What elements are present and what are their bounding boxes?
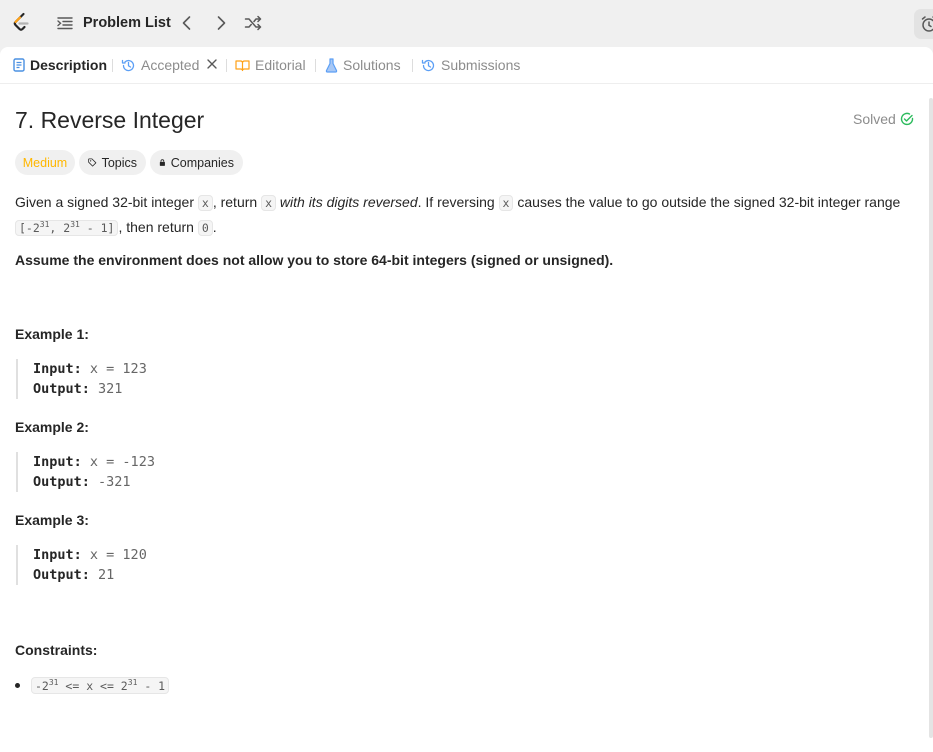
document-icon bbox=[13, 58, 25, 72]
timer-button[interactable] bbox=[914, 9, 933, 39]
example-title: Example 1: bbox=[15, 326, 89, 342]
tab-solutions-label: Solutions bbox=[343, 57, 401, 73]
desc-text: Given a signed 32-bit integer bbox=[15, 194, 198, 210]
desc-emphasis: with its digits reversed bbox=[276, 194, 418, 210]
tab-description-label: Description bbox=[30, 57, 108, 73]
top-bar: Problem List bbox=[0, 0, 933, 47]
inline-code: x bbox=[498, 195, 514, 211]
topics-button[interactable]: Topics bbox=[79, 150, 146, 175]
example-title: Example 3: bbox=[15, 512, 89, 528]
output-value: -321 bbox=[98, 474, 131, 490]
tag-icon bbox=[88, 158, 97, 167]
input-label: Input: bbox=[33, 454, 82, 470]
companies-label: Companies bbox=[170, 155, 234, 170]
tab-divider bbox=[412, 59, 413, 72]
tab-solutions[interactable]: Solutions bbox=[325, 47, 401, 83]
output-label: Output: bbox=[33, 474, 90, 490]
tab-description[interactable]: Description bbox=[13, 47, 107, 83]
book-icon bbox=[235, 59, 250, 71]
assumption-text: Assume the environment does not allow yo… bbox=[15, 252, 614, 268]
alarm-clock-icon bbox=[921, 16, 933, 32]
tab-submissions[interactable]: Submissions bbox=[421, 47, 520, 83]
difficulty-badge: Medium bbox=[15, 150, 75, 175]
shuffle-icon[interactable] bbox=[244, 14, 262, 32]
tab-editorial[interactable]: Editorial bbox=[235, 47, 306, 83]
tab-divider bbox=[112, 59, 113, 72]
tab-divider bbox=[226, 59, 227, 72]
solved-status: Solved bbox=[853, 111, 914, 127]
lock-icon bbox=[159, 159, 165, 166]
tab-accepted-label: Accepted bbox=[141, 57, 200, 73]
output-value: 21 bbox=[98, 567, 115, 583]
desc-text: , return bbox=[212, 194, 262, 210]
output-label: Output: bbox=[33, 381, 90, 397]
constraint-exponent: 31 bbox=[127, 678, 138, 687]
inline-code: x bbox=[197, 195, 213, 211]
scrollbar[interactable] bbox=[929, 84, 933, 752]
range-code: [-231, 231 - 1] bbox=[15, 219, 119, 236]
range-part: [-2 bbox=[19, 220, 40, 235]
problem-list-icon[interactable] bbox=[57, 15, 73, 31]
input-value: x = 123 bbox=[89, 361, 147, 377]
flask-icon bbox=[325, 57, 338, 73]
companies-button[interactable]: Companies bbox=[150, 150, 243, 175]
constraint-part: <= x <= 2 bbox=[58, 678, 128, 693]
solved-label: Solved bbox=[853, 111, 896, 127]
input-value: x = 120 bbox=[89, 547, 147, 563]
inline-code: x bbox=[261, 195, 277, 211]
output-label: Output: bbox=[33, 567, 90, 583]
history-icon bbox=[421, 59, 435, 71]
history-icon bbox=[121, 59, 135, 71]
tab-accepted[interactable]: Accepted bbox=[121, 47, 199, 83]
chevron-right-icon[interactable] bbox=[212, 14, 230, 32]
example-block: Input: x = 120 Output: 21 bbox=[16, 545, 147, 585]
inline-code: 0 bbox=[197, 219, 213, 236]
description-panel: 7. Reverse Integer Solved Medium Topics … bbox=[0, 84, 929, 752]
desc-text: . bbox=[212, 218, 217, 235]
constraint-part: - 1 bbox=[137, 678, 166, 693]
tab-divider bbox=[315, 59, 316, 72]
input-value: x = -123 bbox=[89, 454, 155, 470]
tab-bar: Description Accepted Editorial Solutions… bbox=[0, 47, 933, 84]
input-label: Input: bbox=[33, 361, 82, 377]
topics-label: Topics bbox=[101, 155, 137, 170]
range-exponent: 31 bbox=[39, 220, 50, 229]
problem-title[interactable]: 7. Reverse Integer bbox=[15, 107, 204, 134]
input-label: Input: bbox=[33, 547, 82, 563]
difficulty-label: Medium bbox=[22, 155, 68, 170]
range-part: - 1] bbox=[79, 220, 115, 235]
tab-submissions-label: Submissions bbox=[441, 57, 521, 73]
range-part: , 2 bbox=[49, 220, 71, 235]
output-value: 321 bbox=[98, 381, 123, 397]
constraint-code: -231 <= x <= 231 - 1 bbox=[31, 677, 170, 694]
desc-text: . If reversing bbox=[417, 194, 499, 210]
list-bullet bbox=[15, 683, 20, 688]
range-exponent: 31 bbox=[70, 220, 80, 229]
example-title: Example 2: bbox=[15, 419, 89, 435]
problem-description: Given a signed 32-bit integer x, return … bbox=[15, 192, 915, 239]
scrollbar-thumb[interactable] bbox=[929, 98, 933, 738]
constraint-part: -2 bbox=[35, 678, 49, 693]
close-icon[interactable] bbox=[205, 57, 219, 71]
example-block: Input: x = 123 Output: 321 bbox=[16, 359, 147, 399]
desc-text: , then return bbox=[118, 218, 198, 235]
chevron-left-icon[interactable] bbox=[178, 14, 196, 32]
desc-text: causes the value to go outside the signe… bbox=[513, 194, 901, 210]
constraint-exponent: 31 bbox=[48, 678, 59, 687]
problem-list-link[interactable]: Problem List bbox=[83, 15, 171, 31]
example-block: Input: x = -123 Output: -321 bbox=[16, 452, 155, 492]
tab-editorial-label: Editorial bbox=[255, 57, 306, 73]
leetcode-logo-icon[interactable] bbox=[11, 12, 31, 34]
check-circle-icon bbox=[900, 112, 914, 126]
constraints-title: Constraints: bbox=[15, 642, 98, 658]
